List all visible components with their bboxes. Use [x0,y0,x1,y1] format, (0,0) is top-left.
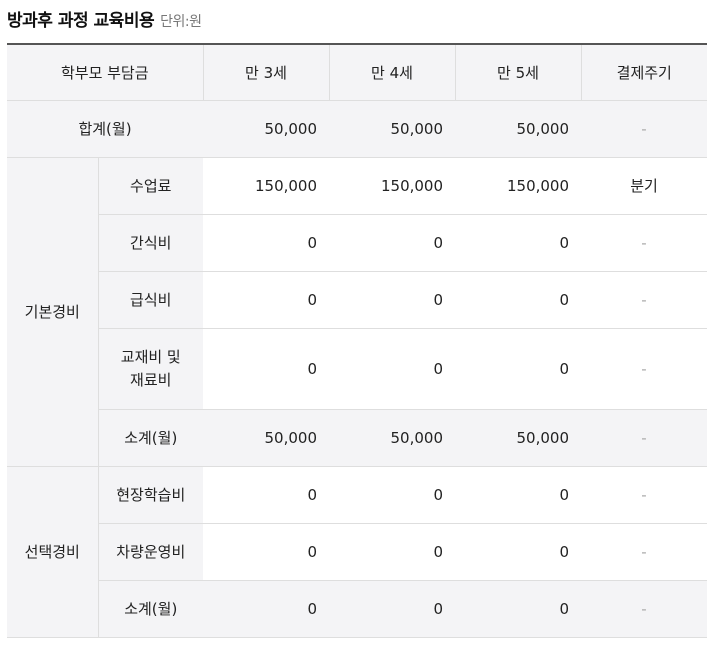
cell-age3: 0 [203,580,330,638]
cell-cycle: - [581,523,708,581]
cell-age5: 0 [455,271,582,329]
cell-age3: 0 [203,271,330,329]
cell-age5: 50,000 [455,409,582,467]
col-header-age5: 만 5세 [454,44,582,101]
header-row: 학부모 부담금 만 3세 만 4세 만 5세 결제주기 [7,44,708,101]
cell-age5: 0 [455,466,582,524]
cell-age5: 0 [455,523,582,581]
row-label: 교재비 및 재료비 [97,328,204,410]
table-row: 급식비 0 0 0 - [7,271,708,329]
cell-cycle: - [581,214,708,272]
cell-age4: 0 [329,580,456,638]
page-title: 방과후 과정 교육비용 [7,11,155,31]
row-label: 간식비 [97,214,204,272]
total-age5: 50,000 [455,100,582,158]
group-label-basic: 기본경비 [7,157,98,467]
row-label: 차량운영비 [97,523,204,581]
table-row: 간식비 0 0 0 - [7,214,708,272]
table-row: 선택경비 현장학습비 0 0 0 - [7,466,708,638]
total-row: 합계(월) 50,000 50,000 50,000 - [7,100,708,158]
row-label-line1: 교재비 및 [120,347,181,366]
row-label: 소계(월) [97,409,204,467]
table-row: 차량운영비 0 0 0 - [7,523,708,581]
col-header-age3: 만 3세 [202,44,330,101]
table-row: 교재비 및 재료비 0 0 0 - [7,328,708,410]
table-row: 기본경비 수업료 150,000 150,000 150,000 분기 [7,157,708,467]
cell-cycle: - [581,409,708,467]
cell-age4: 0 [329,466,456,524]
cell-age4: 0 [329,328,456,410]
total-cycle: - [581,100,708,158]
subtotal-row-optional: 소계(월) 0 0 0 - [7,580,708,638]
cell-age3: 0 [203,466,330,524]
cell-cycle: 분기 [581,157,708,215]
cell-cycle: - [581,466,708,524]
title-row: 방과후 과정 교육비용 단위:원 [7,6,202,36]
cell-age4: 150,000 [329,157,456,215]
cell-cycle: - [581,328,708,410]
cell-age5: 0 [455,214,582,272]
total-age3: 50,000 [203,100,330,158]
cell-age5: 150,000 [455,157,582,215]
col-header-payment-cycle: 결제주기 [580,44,708,101]
col-header-parent-fee: 학부모 부담금 [7,44,204,101]
cell-age4: 0 [329,271,456,329]
cell-age4: 50,000 [329,409,456,467]
subtotal-row-basic: 소계(월) 50,000 50,000 50,000 - [7,409,708,467]
cell-cycle: - [581,271,708,329]
cell-age3: 0 [203,523,330,581]
row-label-line2: 재료비 [130,370,172,389]
cell-age5: 0 [455,328,582,410]
unit-label: 단위:원 [160,14,202,30]
total-age4: 50,000 [329,100,456,158]
cell-age3: 0 [203,214,330,272]
cell-age4: 0 [329,523,456,581]
row-label: 급식비 [97,271,204,329]
cell-cycle: - [581,580,708,638]
fee-table: 학부모 부담금 만 3세 만 4세 만 5세 결제주기 합계(월) 50,000… [7,43,708,638]
col-header-age4: 만 4세 [328,44,456,101]
cell-age3: 0 [203,328,330,410]
row-label: 소계(월) [97,580,204,638]
row-label: 수업료 [97,157,204,215]
cell-age4: 0 [329,214,456,272]
group-label-optional: 선택경비 [7,466,98,638]
cell-age5: 0 [455,580,582,638]
total-label: 합계(월) [7,100,204,158]
row-label: 현장학습비 [97,466,204,524]
cell-age3: 50,000 [203,409,330,467]
cell-age3: 150,000 [203,157,330,215]
